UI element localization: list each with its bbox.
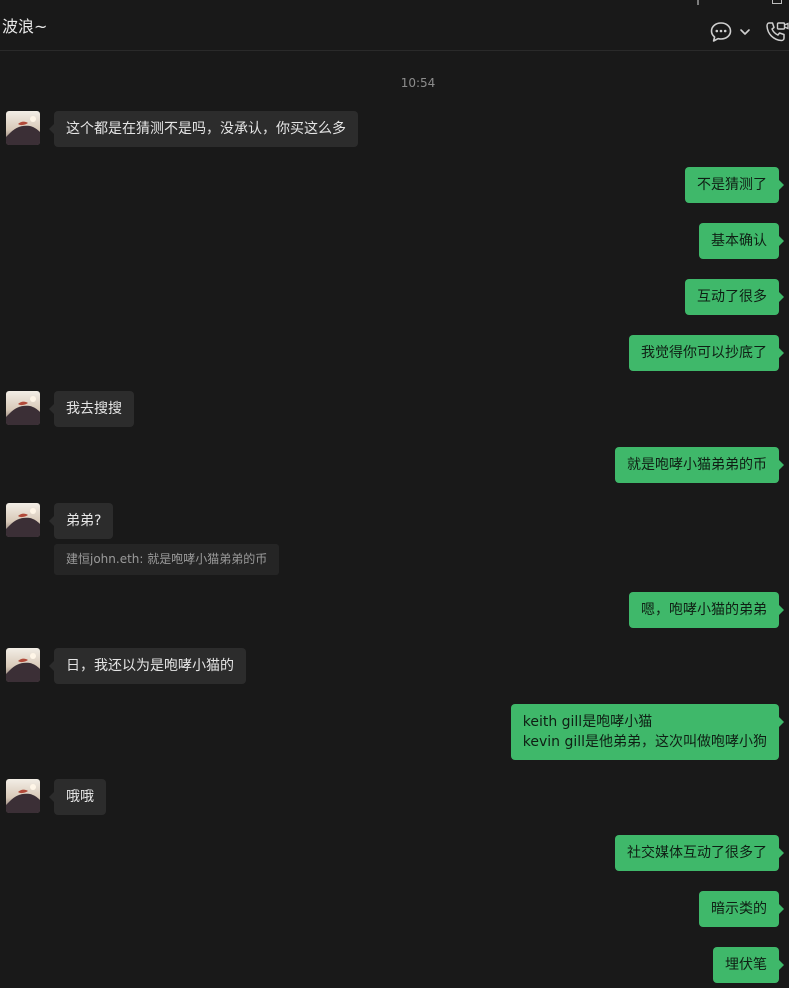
avatar[interactable]	[6, 503, 40, 537]
message-bubble-incoming[interactable]: 日，我还以为是咆哮小猫的	[49, 648, 246, 684]
message-bubble-outgoing[interactable]: 嗯，咆哮小猫的弟弟	[629, 592, 784, 628]
avatar[interactable]	[6, 111, 40, 145]
message-bubble-outgoing[interactable]: 不是猜测了	[685, 167, 784, 203]
message-bubble-outgoing[interactable]: 互动了很多	[685, 279, 784, 315]
chat-menu-button[interactable]	[708, 20, 752, 44]
chevron-down-icon	[740, 29, 750, 35]
message-text: 弟弟?	[66, 513, 102, 529]
message-timestamp: 10:54	[400, 76, 436, 90]
avatar[interactable]	[6, 779, 40, 813]
message-bubble-outgoing[interactable]: 埋伏笔	[713, 947, 784, 983]
message-text-line: keith gill是咆哮小猫	[522, 714, 653, 730]
message-text-line: kevin gill是他弟弟，这次叫做咆哮小狗	[522, 734, 767, 750]
plus-icon[interactable]	[692, 0, 704, 5]
message-text: 基本确认	[711, 233, 767, 249]
message-bubble-outgoing[interactable]: 就是咆哮小猫弟弟的币	[615, 447, 784, 483]
quoted-text: 建恒john.eth: 就是咆哮小猫弟弟的币	[66, 552, 268, 566]
avatar[interactable]	[6, 391, 40, 425]
message-text: 我去搜搜	[66, 401, 122, 417]
phone-video-icon	[766, 22, 789, 42]
message-text: 社交媒体互动了很多了	[627, 845, 767, 861]
message-text: 埋伏笔	[725, 957, 767, 973]
message-bubble-incoming[interactable]: 我去搜搜	[49, 391, 134, 427]
message-bubble-outgoing[interactable]: 社交媒体互动了很多了	[615, 835, 784, 871]
message-text: 暗示类的	[711, 901, 767, 917]
avatar-image	[6, 503, 40, 537]
avatar-image	[6, 111, 40, 145]
message-text: 哦哦	[66, 789, 94, 805]
chat-title: 波浪~	[2, 17, 48, 36]
chat-window: 波浪~ 10:54 这个都是在猜测不是吗，没承认，你买这么多 不是猜测了 基本确…	[0, 0, 789, 988]
avatar[interactable]	[6, 648, 40, 682]
message-bubble-outgoing[interactable]: 暗示类的	[699, 891, 784, 927]
quoted-reply[interactable]: 建恒john.eth: 就是咆哮小猫弟弟的币	[54, 544, 280, 575]
message-text: 嗯，咆哮小猫的弟弟	[641, 602, 767, 618]
message-text: 日，我还以为是咆哮小猫的	[66, 658, 234, 674]
avatar-image	[6, 648, 40, 682]
message-bubble-outgoing[interactable]: 基本确认	[699, 223, 784, 259]
message-text: 这个都是在猜测不是吗，没承认，你买这么多	[66, 121, 346, 137]
message-bubble-incoming[interactable]: 哦哦	[49, 779, 106, 815]
call-button[interactable]	[764, 20, 789, 44]
avatar-image	[6, 391, 40, 425]
avatar-image	[6, 779, 40, 813]
message-list[interactable]: 10:54 这个都是在猜测不是吗，没承认，你买这么多 不是猜测了 基本确认 互动…	[0, 52, 789, 988]
message-text: 不是猜测了	[697, 177, 767, 193]
chat-header: 波浪~	[0, 0, 789, 51]
message-text: 我觉得你可以抄底了	[641, 345, 767, 361]
message-bubble-outgoing[interactable]: 我觉得你可以抄底了	[629, 335, 784, 371]
message-bubble-outgoing[interactable]: keith gill是咆哮小猫 kevin gill是他弟弟，这次叫做咆哮小狗	[510, 704, 785, 760]
message-text: 就是咆哮小猫弟弟的币	[627, 457, 767, 473]
maximize-icon[interactable]	[772, 0, 782, 4]
message-bubble-incoming[interactable]: 这个都是在猜测不是吗，没承认，你买这么多	[49, 111, 358, 147]
message-bubble-incoming[interactable]: 弟弟?	[48, 503, 114, 539]
chat-bubble-icon	[710, 22, 732, 42]
message-text: 互动了很多	[697, 289, 767, 305]
